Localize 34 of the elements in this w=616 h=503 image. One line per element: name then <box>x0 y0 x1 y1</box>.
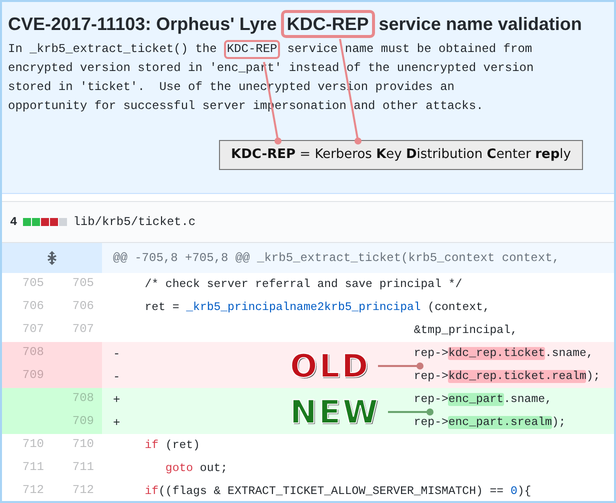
code-line: if (ret) <box>144 438 200 454</box>
expand-icon[interactable] <box>45 250 59 266</box>
title-callout: KDC-REP <box>280 10 375 38</box>
line-number-cell: 708 <box>52 388 102 411</box>
line-number-cell: 709 <box>2 365 52 388</box>
code-line: if((flags & EXTRACT_TICKET_ALLOW_SERVER_MISMATCH) == 0){ <box>144 484 532 500</box>
diffstat-icon <box>23 218 68 226</box>
line-number-cell: 709 <box>52 411 102 434</box>
definition-box: KDC-REP = Kerberos Key Distribution Center reply <box>219 140 583 170</box>
code-line: rep->kdc_rep.ticket.sname, <box>412 346 594 362</box>
code-line: goto out; <box>164 460 228 477</box>
cve-title: service name validation <box>378 13 582 36</box>
cve-title: CVE-2017-11103: Orpheus' Lyre <box>8 13 277 36</box>
code-line: rep->enc_part.sname, <box>412 392 552 408</box>
diff-sign: - <box>112 368 122 386</box>
code-line: rep->enc_part.srealm); <box>412 414 566 431</box>
description-text: service name must be obtained from <box>287 41 532 58</box>
diff-sign: - <box>112 346 122 362</box>
line-number-cell: 708 <box>2 342 52 365</box>
code-line: rep->kdc_rep.ticket.realm); <box>412 368 600 385</box>
code-line: &tmp_principal, <box>412 322 518 339</box>
change-label: OLD <box>290 350 370 382</box>
code-line: /* check server referral and save principal */ <box>144 276 462 293</box>
change-label: NEW <box>290 396 380 428</box>
diff-sign: + <box>112 414 122 432</box>
diff-sign: + <box>112 392 122 408</box>
change-count: 4 <box>10 214 18 231</box>
text-callout: KDC-REP <box>224 40 280 59</box>
leader-line <box>378 362 424 370</box>
leader-line <box>388 408 434 416</box>
code-line: ret = _krb5_principalname2krb5_principal (context, <box>144 300 490 316</box>
description-text: In _krb5_extract_ticket() the <box>8 41 217 58</box>
hunk-header: @@ -705,8 +705,8 @@ _krb5_extract_ticket(krb5_context context, <box>112 250 560 267</box>
file-path[interactable]: lib/krb5/ticket.c <box>73 213 196 231</box>
